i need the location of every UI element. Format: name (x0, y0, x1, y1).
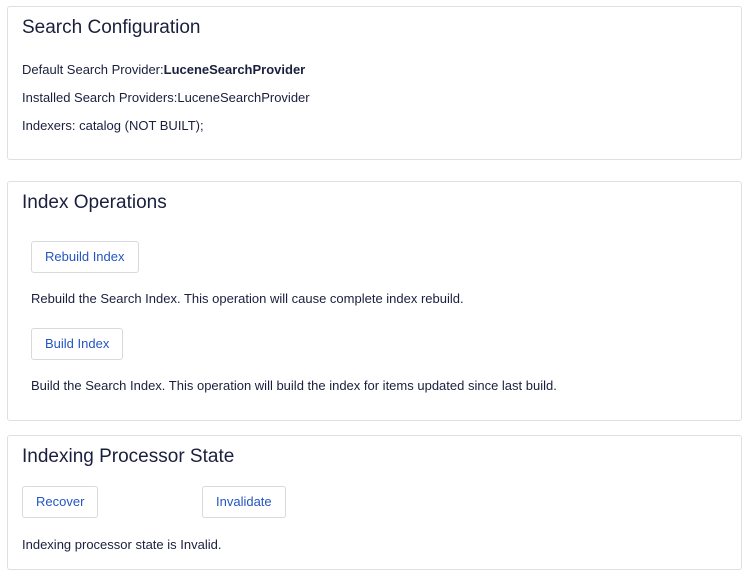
recover-button[interactable]: Recover (22, 486, 99, 518)
build-index-description: Build the Search Index. This operation w… (31, 378, 557, 393)
indexing-processor-state-panel: Indexing Processor State Recover Invalid… (7, 435, 742, 570)
rebuild-index-button[interactable]: Rebuild Index (31, 241, 139, 273)
invalidate-button[interactable]: Invalidate (202, 486, 286, 518)
indexing-processor-state-title: Indexing Processor State (22, 446, 235, 467)
index-operations-panel: Index Operations Rebuild Index Rebuild t… (7, 181, 742, 421)
search-configuration-title: Search Configuration (22, 17, 201, 38)
default-search-provider-row: Default Search Provider:LuceneSearchProv… (22, 62, 305, 77)
index-operations-title: Index Operations (22, 192, 167, 213)
processor-state-status: Indexing processor state is Invalid. (22, 537, 222, 552)
installed-search-providers-row: Installed Search Providers:LuceneSearchP… (22, 90, 310, 105)
default-search-provider-value: LuceneSearchProvider (163, 62, 306, 77)
indexers-status: Indexers: catalog (NOT BUILT); (22, 118, 204, 133)
installed-search-providers-value: LuceneSearchProvider (177, 90, 310, 105)
installed-search-providers-label: Installed Search Providers: (22, 90, 178, 105)
build-index-button[interactable]: Build Index (31, 328, 124, 360)
search-configuration-panel: Search Configuration Default Search Prov… (7, 6, 742, 160)
rebuild-index-description: Rebuild the Search Index. This operation… (31, 291, 464, 306)
default-search-provider-label: Default Search Provider: (22, 62, 164, 77)
